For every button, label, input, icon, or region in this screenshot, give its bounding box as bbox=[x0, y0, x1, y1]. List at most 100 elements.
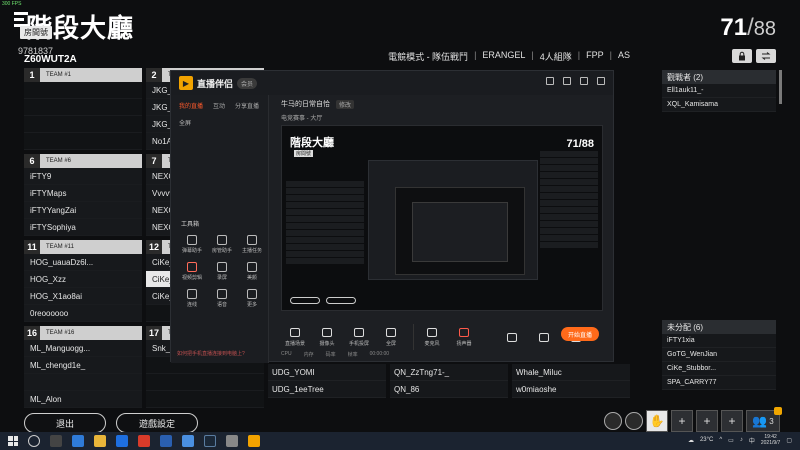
player-slot[interactable]: UDG_1eeTree bbox=[268, 381, 386, 398]
player-slot[interactable] bbox=[24, 133, 142, 150]
team-header[interactable]: 6 TEAM #6 bbox=[24, 154, 142, 168]
start-live-button[interactable]: 开始直播 bbox=[561, 327, 599, 341]
tool-danmaku[interactable]: 弹幕助手 bbox=[177, 235, 207, 254]
observers-scrollbar[interactable] bbox=[779, 70, 782, 104]
unassigned-item[interactable]: SPA_CARRY77 bbox=[662, 376, 776, 390]
phone-cast-button[interactable]: 手机投屏 bbox=[345, 327, 373, 347]
mic-button[interactable]: 麦克风 bbox=[418, 327, 446, 347]
tool-video-edit[interactable]: 视频剪辑 bbox=[177, 262, 207, 281]
capture-button[interactable] bbox=[530, 332, 558, 342]
store-icon[interactable] bbox=[116, 435, 128, 447]
exit-button[interactable]: 退出 bbox=[24, 413, 106, 433]
stream-titlebar[interactable]: ▶ 直播伴侣 会员 bbox=[171, 71, 613, 95]
preview-side-list bbox=[540, 150, 598, 249]
tab-share[interactable]: 分享直播 bbox=[235, 101, 259, 110]
scene-button[interactable]: 直播场景 bbox=[281, 327, 309, 347]
record-button[interactable] bbox=[498, 332, 526, 342]
player-slot[interactable]: HOG_X1ao8ai bbox=[24, 288, 142, 305]
observer-item[interactable]: Ell1auk11_- bbox=[662, 84, 776, 98]
tool-beauty[interactable]: 美颜 bbox=[237, 262, 267, 281]
tool-record[interactable]: 录屏 bbox=[207, 262, 237, 281]
minimize-icon[interactable] bbox=[580, 77, 588, 85]
unassigned-item[interactable]: CiKe_Stubbor... bbox=[662, 362, 776, 376]
hand-icon[interactable]: ✋ bbox=[646, 410, 668, 432]
player-slot[interactable]: ML_Manguogg... bbox=[24, 340, 142, 357]
player-slot[interactable]: Whale_Miluc bbox=[512, 364, 630, 381]
preview-nested-window bbox=[368, 160, 538, 280]
app-icon[interactable] bbox=[226, 435, 238, 447]
add-slot-icon[interactable]: + bbox=[721, 410, 743, 432]
tool-voice[interactable]: 语音 bbox=[207, 289, 237, 308]
volume-icon[interactable]: ♪ bbox=[740, 437, 743, 443]
file-explorer-icon[interactable] bbox=[94, 435, 106, 447]
fullscreen-button[interactable]: 全屏 bbox=[377, 327, 405, 347]
task-view-icon[interactable] bbox=[50, 435, 62, 447]
player-slot[interactable]: ML_Alon bbox=[24, 391, 142, 408]
tool-connect[interactable]: 连线 bbox=[177, 289, 207, 308]
player-slot[interactable]: ML_chengd1e_ bbox=[24, 357, 142, 374]
steam-icon[interactable] bbox=[204, 435, 216, 447]
notification-center-icon[interactable]: ▢ bbox=[786, 437, 792, 444]
edge-icon[interactable] bbox=[72, 435, 84, 447]
player-slot[interactable] bbox=[24, 99, 142, 116]
player-slot[interactable]: QN_86 bbox=[390, 381, 508, 398]
clock[interactable]: 19:42 2021/9/7 bbox=[761, 434, 780, 446]
camera-button[interactable]: 摄像头 bbox=[313, 327, 341, 347]
edit-title-button[interactable]: 修改 bbox=[336, 99, 355, 109]
tool-more[interactable]: 更多 bbox=[237, 289, 267, 308]
tray-arrow-icon[interactable]: ^ bbox=[719, 437, 722, 443]
settings-icon[interactable] bbox=[563, 77, 571, 85]
tool-icon bbox=[217, 262, 227, 272]
tab-interact[interactable]: 互动 bbox=[213, 101, 225, 110]
player-slot[interactable]: w0miaoshe bbox=[512, 381, 630, 398]
ime-icon[interactable]: 中 bbox=[749, 436, 755, 445]
player-slot[interactable]: iFTYMaps bbox=[24, 185, 142, 202]
player-slot[interactable] bbox=[24, 116, 142, 133]
stream-app-taskbar-icon[interactable] bbox=[248, 435, 260, 447]
team-header[interactable]: 11 TEAM #11 bbox=[24, 240, 142, 254]
swap-button[interactable] bbox=[756, 49, 776, 63]
app-icon[interactable] bbox=[160, 435, 172, 447]
group-button[interactable]: 👥 3 bbox=[746, 407, 782, 432]
observers-title: 觀戰者 (2) bbox=[662, 70, 776, 84]
player-slot[interactable]: UDG_YOMI bbox=[268, 364, 386, 381]
tool-tasks[interactable]: 主播任务 bbox=[237, 235, 267, 254]
player-slot[interactable]: 0reoooooo bbox=[24, 305, 142, 322]
unassigned-item[interactable]: GoTG_WenJian bbox=[662, 348, 776, 362]
team-header[interactable]: 1 TEAM #1 bbox=[24, 68, 142, 82]
player-slot[interactable]: HOG_Xzz bbox=[24, 271, 142, 288]
player-slot[interactable] bbox=[24, 82, 142, 99]
add-slot-icon[interactable]: + bbox=[696, 410, 718, 432]
app-icon[interactable] bbox=[182, 435, 194, 447]
lock-button[interactable] bbox=[732, 49, 752, 63]
vip-badge[interactable]: 会员 bbox=[237, 77, 258, 89]
weather-icon[interactable]: ☁ bbox=[688, 437, 694, 444]
player-slot[interactable]: HOG_uauaDz6l... bbox=[24, 254, 142, 271]
add-slot-icon[interactable]: + bbox=[671, 410, 693, 432]
search-icon[interactable] bbox=[28, 435, 40, 447]
observer-item[interactable]: XQL_Kamisama bbox=[662, 98, 776, 112]
tab-my-live[interactable]: 我的直播 bbox=[179, 101, 203, 110]
chat-icon[interactable] bbox=[604, 412, 622, 430]
player-slot[interactable] bbox=[146, 374, 264, 391]
mute-icon[interactable] bbox=[625, 412, 643, 430]
speaker-button[interactable]: 扬声器 bbox=[450, 327, 478, 347]
network-icon[interactable]: ▭ bbox=[728, 437, 734, 444]
notification-icon[interactable] bbox=[546, 77, 554, 85]
app-icon[interactable] bbox=[138, 435, 150, 447]
team-header[interactable]: 16 TEAM #16 bbox=[24, 326, 142, 340]
fullscreen-source[interactable]: 全屏 bbox=[179, 118, 191, 127]
game-settings-button[interactable]: 遊戲設定 bbox=[116, 413, 198, 433]
phone-connect-tip[interactable]: 如何把手机直播连接到电脑上? bbox=[177, 350, 245, 357]
player-slot[interactable]: iFTY9 bbox=[24, 168, 142, 185]
streaming-app-window[interactable]: ▶ 直播伴侣 会员 我的直播 互动 分享直播 全屏 工具箱 弹幕助手 房管助手 … bbox=[170, 70, 614, 363]
player-slot[interactable]: iFTYYangZai bbox=[24, 202, 142, 219]
close-icon[interactable] bbox=[597, 77, 605, 85]
player-slot[interactable] bbox=[146, 391, 264, 408]
windows-start-icon[interactable] bbox=[8, 436, 18, 446]
player-slot[interactable] bbox=[24, 374, 142, 391]
player-slot[interactable]: QN_ZzTng71-_ bbox=[390, 364, 508, 381]
unassigned-item[interactable]: iFTY1xia bbox=[662, 334, 776, 348]
tool-room-admin[interactable]: 房管助手 bbox=[207, 235, 237, 254]
player-slot[interactable]: iFTYSophiya bbox=[24, 219, 142, 236]
